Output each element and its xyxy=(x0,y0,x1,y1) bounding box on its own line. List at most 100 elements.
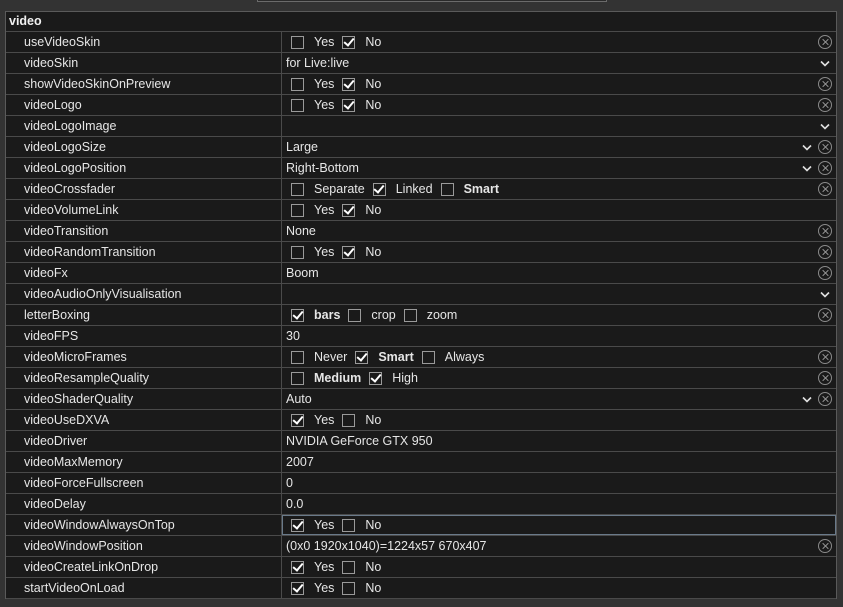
option-value[interactable]: 0.0 xyxy=(282,494,836,514)
checkbox-label[interactable]: zoom xyxy=(427,305,458,325)
text-value[interactable]: Boom xyxy=(285,263,319,283)
reset-icon[interactable] xyxy=(818,266,832,280)
checkbox-label[interactable]: Yes xyxy=(314,95,334,115)
text-value[interactable]: 30 xyxy=(285,326,300,346)
text-value[interactable]: 2007 xyxy=(285,452,314,472)
checkbox-label[interactable]: No xyxy=(365,515,381,535)
checkbox-label[interactable]: Yes xyxy=(314,200,334,220)
dropdown-value[interactable]: Right-Bottom xyxy=(285,158,359,178)
checkbox-label[interactable]: No xyxy=(365,410,381,430)
text-value[interactable]: 0 xyxy=(285,473,293,493)
chevron-down-icon[interactable] xyxy=(800,161,814,175)
reset-icon[interactable] xyxy=(818,98,832,112)
option-value[interactable]: Auto xyxy=(282,389,836,409)
checkbox-yes[interactable] xyxy=(291,413,304,427)
checkbox-smart[interactable] xyxy=(440,182,454,196)
checkbox-no[interactable] xyxy=(342,77,356,91)
checkbox-label[interactable]: No xyxy=(365,32,381,52)
option-value[interactable]: Yes No xyxy=(282,200,836,220)
reset-icon[interactable] xyxy=(818,392,832,406)
option-value[interactable]: Yes No xyxy=(282,95,836,115)
option-value[interactable]: Separate Linked Smart xyxy=(282,179,836,199)
option-value[interactable]: None xyxy=(282,221,836,241)
option-value[interactable]: Yes No xyxy=(282,515,836,535)
checkbox-smart[interactable] xyxy=(355,350,369,364)
checkbox-yes[interactable] xyxy=(291,203,304,217)
checkbox-separate[interactable] xyxy=(291,182,304,196)
checkbox-label[interactable]: Never xyxy=(314,347,347,367)
top-search-field[interactable] xyxy=(257,0,607,2)
option-value[interactable]: Never Smart Always xyxy=(282,347,836,367)
checkbox-label[interactable]: Yes xyxy=(314,557,334,577)
text-value[interactable]: NVIDIA GeForce GTX 950 xyxy=(285,431,433,451)
dropdown-value[interactable]: Auto xyxy=(285,389,312,409)
checkbox-label[interactable]: No xyxy=(365,242,381,262)
reset-icon[interactable] xyxy=(818,371,832,385)
reset-icon[interactable] xyxy=(818,245,832,259)
checkbox-label[interactable]: Linked xyxy=(396,179,433,199)
checkbox-yes[interactable] xyxy=(291,560,304,574)
checkbox-no[interactable] xyxy=(342,203,356,217)
option-value[interactable]: Yes No xyxy=(282,410,836,430)
option-value[interactable]: Yes No xyxy=(282,242,836,262)
text-value[interactable]: 0.0 xyxy=(285,494,303,514)
dropdown-value[interactable]: Large xyxy=(285,137,318,157)
checkbox-zoom[interactable] xyxy=(403,308,417,322)
reset-icon[interactable] xyxy=(818,182,832,196)
checkbox-label[interactable]: Yes xyxy=(314,578,334,598)
option-value[interactable]: Boom xyxy=(282,263,836,283)
checkbox-label[interactable]: crop xyxy=(371,305,395,325)
checkbox-medium[interactable] xyxy=(291,371,304,385)
option-value[interactable]: Yes No xyxy=(282,74,836,94)
option-value[interactable]: Right-Bottom xyxy=(282,158,836,178)
checkbox-no[interactable] xyxy=(342,245,356,259)
checkbox-yes[interactable] xyxy=(291,98,304,112)
checkbox-no[interactable] xyxy=(342,413,356,427)
checkbox-no[interactable] xyxy=(342,35,356,49)
checkbox-label[interactable]: Always xyxy=(445,347,485,367)
option-value[interactable]: 30 xyxy=(282,326,836,346)
checkbox-label[interactable]: Medium xyxy=(314,368,361,388)
reset-icon[interactable] xyxy=(818,161,832,175)
checkbox-high[interactable] xyxy=(369,371,383,385)
checkbox-label[interactable]: Smart xyxy=(378,347,413,367)
checkbox-linked[interactable] xyxy=(372,182,386,196)
checkbox-always[interactable] xyxy=(421,350,435,364)
option-value[interactable]: Yes No xyxy=(282,578,836,598)
reset-icon[interactable] xyxy=(818,350,832,364)
option-value[interactable] xyxy=(282,116,836,136)
checkbox-label[interactable]: Yes xyxy=(314,410,334,430)
checkbox-label[interactable]: No xyxy=(365,200,381,220)
checkbox-no[interactable] xyxy=(342,560,356,574)
checkbox-label[interactable]: Yes xyxy=(314,32,334,52)
checkbox-crop[interactable] xyxy=(348,308,362,322)
option-value[interactable]: 2007 xyxy=(282,452,836,472)
option-value[interactable]: Yes No xyxy=(282,32,836,52)
checkbox-label[interactable]: Yes xyxy=(314,242,334,262)
option-value[interactable]: 0 xyxy=(282,473,836,493)
chevron-down-icon[interactable] xyxy=(800,140,814,154)
option-value[interactable]: Yes No xyxy=(282,557,836,577)
checkbox-no[interactable] xyxy=(342,581,356,595)
reset-icon[interactable] xyxy=(818,140,832,154)
chevron-down-icon[interactable] xyxy=(818,287,832,301)
option-value[interactable]: for Live:live xyxy=(282,53,836,73)
checkbox-label[interactable]: Yes xyxy=(314,74,334,94)
checkbox-label[interactable]: No xyxy=(365,74,381,94)
option-value[interactable]: NVIDIA GeForce GTX 950 xyxy=(282,431,836,451)
checkbox-yes[interactable] xyxy=(291,77,304,91)
option-value[interactable]: (0x0 1920x1040)=1224x57 670x407 xyxy=(282,536,836,556)
checkbox-label[interactable]: bars xyxy=(314,305,340,325)
option-value[interactable] xyxy=(282,284,836,304)
checkbox-label[interactable]: Separate xyxy=(314,179,365,199)
reset-icon[interactable] xyxy=(818,77,832,91)
checkbox-label[interactable]: No xyxy=(365,95,381,115)
section-header-video[interactable]: video xyxy=(6,12,836,32)
chevron-down-icon[interactable] xyxy=(818,56,832,70)
checkbox-yes[interactable] xyxy=(291,245,304,259)
text-value[interactable]: None xyxy=(285,221,316,241)
reset-icon[interactable] xyxy=(818,308,832,322)
reset-icon[interactable] xyxy=(818,539,832,553)
checkbox-no[interactable] xyxy=(342,98,356,112)
option-value[interactable]: Medium High xyxy=(282,368,836,388)
